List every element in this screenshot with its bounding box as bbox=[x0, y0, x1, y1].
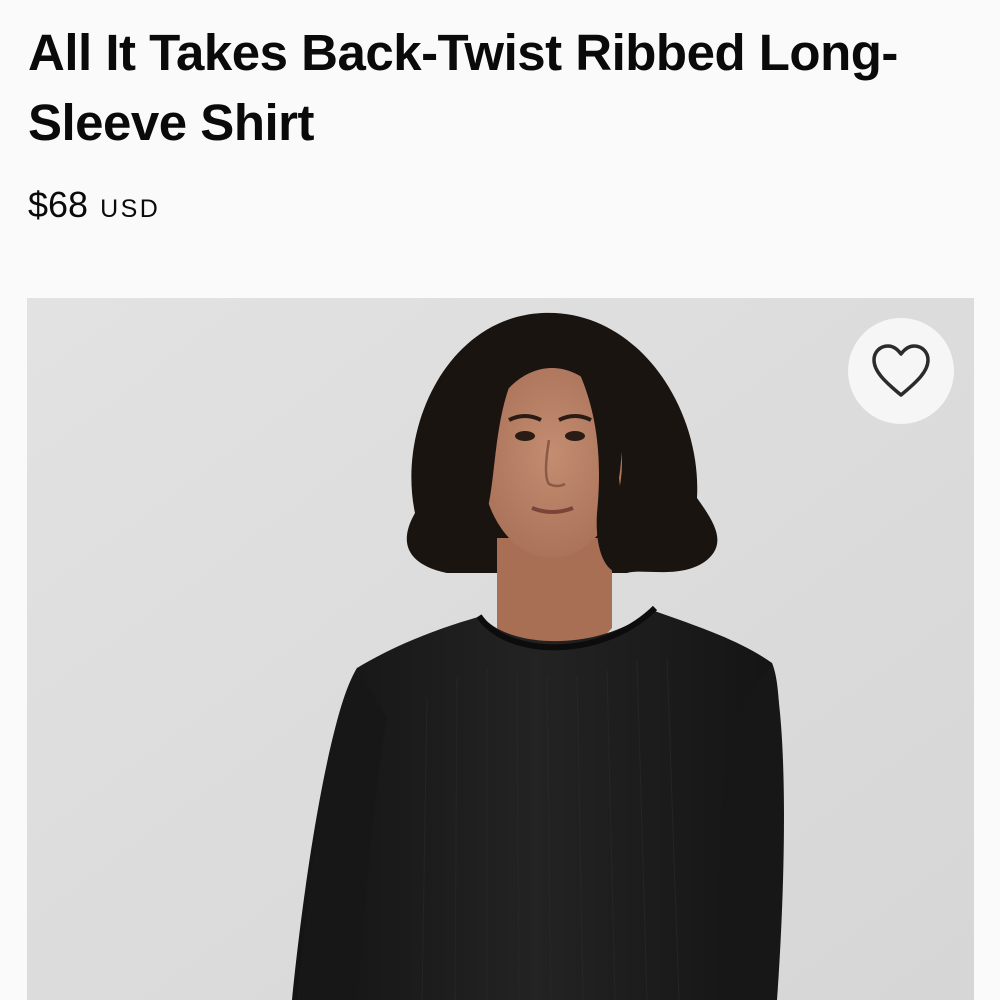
product-photo bbox=[27, 298, 974, 1000]
price-amount: $68 bbox=[28, 184, 89, 225]
right-eye bbox=[565, 431, 585, 441]
left-eye bbox=[515, 431, 535, 441]
product-image[interactable] bbox=[27, 298, 974, 1000]
price-row: $68 USD bbox=[28, 184, 160, 226]
wishlist-button[interactable] bbox=[848, 318, 954, 424]
price-currency: USD bbox=[100, 195, 161, 223]
product-page: All It Takes Back-Twist Ribbed Long-Slee… bbox=[0, 0, 1000, 1000]
product-title: All It Takes Back-Twist Ribbed Long-Slee… bbox=[28, 24, 898, 151]
heart-outline-icon bbox=[872, 344, 930, 397]
